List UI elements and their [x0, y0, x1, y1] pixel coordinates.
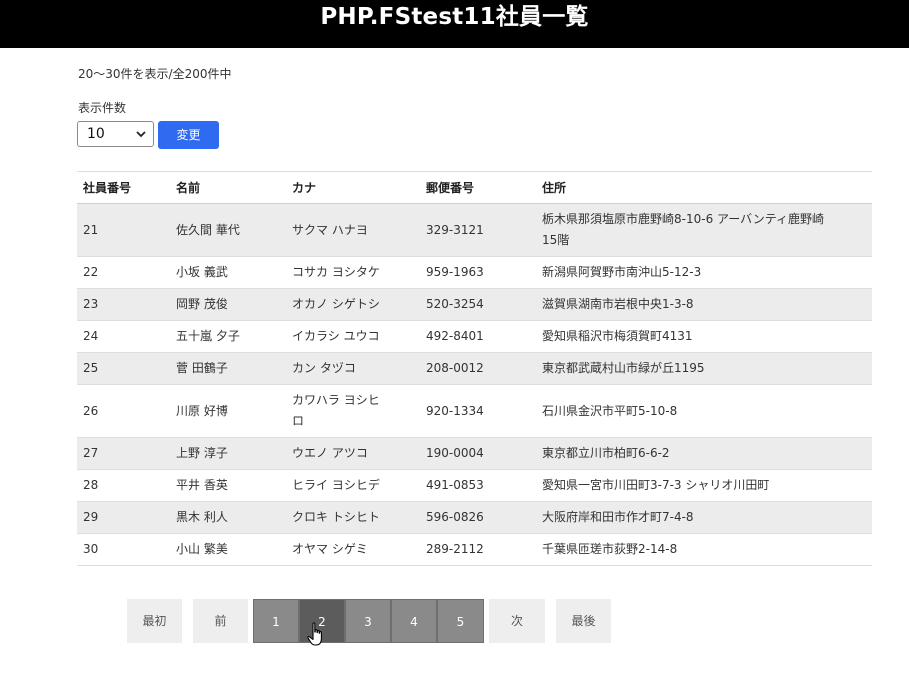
page-header: PHP.FStest11社員一覧 — [0, 0, 909, 48]
cell-zip: 329-3121 — [420, 203, 536, 257]
column-header-id: 社員番号 — [77, 171, 170, 204]
cell-id: 21 — [77, 203, 170, 257]
column-header-zip: 郵便番号 — [420, 171, 536, 204]
cell-address: 滋賀県湖南市岩根中央1-3-8 — [536, 288, 872, 321]
cell-id: 25 — [77, 352, 170, 385]
pagination-page-3[interactable]: 3 — [345, 599, 391, 643]
cell-address: 東京都武蔵村山市緑が丘1195 — [536, 352, 872, 385]
cell-zip: 596-0826 — [420, 501, 536, 534]
pagination-last-button[interactable]: 最後 — [556, 599, 611, 643]
cell-name: 佐久間 華代 — [170, 203, 286, 257]
cell-address: 大阪府岸和田市作才町7-4-8 — [536, 501, 872, 534]
cell-kana: ウエノ アツコ — [286, 437, 420, 470]
cell-zip: 959-1963 — [420, 256, 536, 289]
cell-address: 栃木県那須塩原市鹿野崎8-10-6 アーバンティ鹿野崎 15階 — [536, 203, 872, 257]
cell-kana: オカノ シゲトシ — [286, 288, 420, 321]
chevron-down-icon — [136, 131, 146, 138]
cell-zip: 289-2112 — [420, 533, 536, 566]
cell-zip: 190-0004 — [420, 437, 536, 470]
cell-kana: コサカ ヨシタケ — [286, 256, 420, 289]
change-button[interactable]: 変更 — [158, 121, 219, 149]
per-page-selected-value: 10 — [87, 126, 105, 142]
cell-kana: オヤマ シゲミ — [286, 533, 420, 566]
cell-zip: 520-3254 — [420, 288, 536, 321]
cell-address: 愛知県稲沢市梅須賀町4131 — [536, 320, 872, 353]
column-header-kana: カナ — [286, 171, 420, 204]
cell-kana: イカラシ ユウコ — [286, 320, 420, 353]
cell-name: 上野 淳子 — [170, 437, 286, 470]
cell-name: 小山 繁美 — [170, 533, 286, 566]
cell-name: 菅 田鶴子 — [170, 352, 286, 385]
cell-kana: クロキ トシヒト — [286, 501, 420, 534]
table-row: 25 菅 田鶴子 カン タヅコ 208-0012 東京都武蔵村山市緑が丘1195 — [77, 352, 872, 385]
per-page-label: 表示件数 — [78, 101, 127, 115]
pagination-first-button[interactable]: 最初 — [127, 599, 182, 643]
cell-id: 29 — [77, 501, 170, 534]
cell-address: 新潟県阿賀野市南沖山5-12-3 — [536, 256, 872, 289]
table-row: 24 五十嵐 夕子 イカラシ ユウコ 492-8401 愛知県稲沢市梅須賀町41… — [77, 320, 872, 353]
record-range-text: 20～30件を表示/全200件中 — [78, 67, 232, 81]
cell-id: 30 — [77, 533, 170, 566]
pagination-page-4[interactable]: 4 — [391, 599, 437, 643]
table-row: 26 川原 好博 カワハラ ヨシヒロ 920-1334 石川県金沢市平町5-10… — [77, 384, 872, 438]
cell-address: 千葉県匝瑳市荻野2-14-8 — [536, 533, 872, 566]
cell-zip: 491-0853 — [420, 469, 536, 502]
table-header-row: 社員番号 名前 カナ 郵便番号 住所 — [77, 171, 872, 204]
page-title: PHP.FStest11社員一覧 — [320, 4, 589, 30]
table-row: 21 佐久間 華代 サクマ ハナヨ 329-3121 栃木県那須塩原市鹿野崎8-… — [77, 203, 872, 257]
cell-id: 28 — [77, 469, 170, 502]
table-row: 22 小坂 義武 コサカ ヨシタケ 959-1963 新潟県阿賀野市南沖山5-1… — [77, 256, 872, 289]
cell-name: 小坂 義武 — [170, 256, 286, 289]
cell-kana: カン タヅコ — [286, 352, 420, 385]
pagination-prev-button[interactable]: 前 — [193, 599, 248, 643]
pagination-next-button[interactable]: 次 — [489, 599, 545, 643]
cell-zip: 208-0012 — [420, 352, 536, 385]
cell-address: 東京都立川市柏町6-6-2 — [536, 437, 872, 470]
cell-id: 27 — [77, 437, 170, 470]
cell-id: 22 — [77, 256, 170, 289]
employee-table: 社員番号 名前 カナ 郵便番号 住所 21 佐久間 華代 サクマ ハナヨ 329… — [77, 171, 872, 566]
table-row: 28 平井 香英 ヒライ ヨシヒデ 491-0853 愛知県一宮市川田町3-7-… — [77, 469, 872, 502]
cell-kana: サクマ ハナヨ — [286, 203, 420, 257]
cell-id: 23 — [77, 288, 170, 321]
cell-kana: ヒライ ヨシヒデ — [286, 469, 420, 502]
column-header-address: 住所 — [536, 171, 872, 204]
cell-kana: カワハラ ヨシヒロ — [286, 384, 420, 438]
cell-name: 五十嵐 夕子 — [170, 320, 286, 353]
cell-id: 24 — [77, 320, 170, 353]
cell-name: 黒木 利人 — [170, 501, 286, 534]
table-row: 29 黒木 利人 クロキ トシヒト 596-0826 大阪府岸和田市作才町7-4… — [77, 501, 872, 534]
pagination-page-1[interactable]: 1 — [253, 599, 299, 643]
cell-address: 愛知県一宮市川田町3-7-3 シャリオ川田町 — [536, 469, 872, 502]
table-row: 30 小山 繁美 オヤマ シゲミ 289-2112 千葉県匝瑳市荻野2-14-8 — [77, 533, 872, 566]
per-page-select[interactable]: 10 — [77, 121, 154, 147]
cell-address: 石川県金沢市平町5-10-8 — [536, 384, 872, 438]
table-row: 27 上野 淳子 ウエノ アツコ 190-0004 東京都立川市柏町6-6-2 — [77, 437, 872, 470]
cell-name: 川原 好博 — [170, 384, 286, 438]
cell-zip: 920-1334 — [420, 384, 536, 438]
pagination-page-5[interactable]: 5 — [437, 599, 484, 643]
column-header-name: 名前 — [170, 171, 286, 204]
cell-name: 岡野 茂俊 — [170, 288, 286, 321]
cell-name: 平井 香英 — [170, 469, 286, 502]
table-row: 23 岡野 茂俊 オカノ シゲトシ 520-3254 滋賀県湖南市岩根中央1-3… — [77, 288, 872, 321]
cell-id: 26 — [77, 384, 170, 438]
hand-pointer-cursor-icon — [307, 622, 322, 646]
cell-zip: 492-8401 — [420, 320, 536, 353]
